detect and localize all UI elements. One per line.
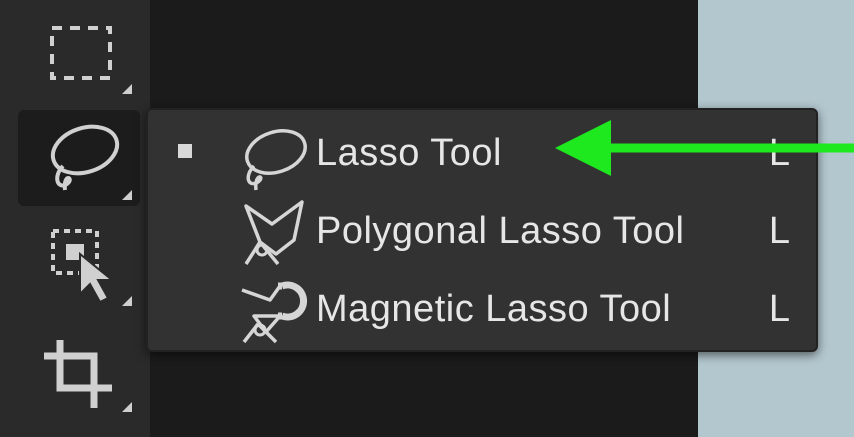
lasso-icon	[245, 129, 307, 191]
crop-icon	[44, 340, 112, 408]
tools-panel	[0, 0, 151, 437]
menu-item-label: Magnetic Lasso Tool	[316, 288, 672, 330]
tool-group-indicator	[122, 190, 132, 200]
object-selection-tool-button[interactable]	[18, 216, 140, 312]
polygonal-lasso-icon	[244, 200, 304, 266]
lasso-tool-button[interactable]	[18, 110, 140, 206]
selected-indicator	[178, 144, 192, 158]
tool-group-indicator	[122, 402, 132, 412]
menu-item-polygonal-lasso-tool[interactable]: Polygonal Lasso Tool L	[148, 192, 816, 268]
menu-item-shortcut: L	[768, 288, 790, 330]
magnetic-lasso-icon	[241, 281, 307, 344]
crop-tool-button[interactable]	[18, 322, 140, 418]
annotation-arrow-icon	[555, 120, 854, 176]
tool-group-indicator	[122, 84, 132, 94]
tool-group-indicator	[122, 296, 132, 306]
menu-item-magnetic-lasso-tool[interactable]: Magnetic Lasso Tool L	[148, 270, 816, 346]
menu-item-label: Lasso Tool	[316, 132, 502, 174]
lasso-icon	[50, 124, 120, 191]
object-selection-icon	[51, 229, 115, 304]
menu-item-shortcut: L	[768, 210, 790, 252]
marquee-icon	[50, 26, 112, 80]
marquee-tool-button[interactable]	[18, 4, 140, 100]
menu-item-label: Polygonal Lasso Tool	[316, 210, 685, 252]
